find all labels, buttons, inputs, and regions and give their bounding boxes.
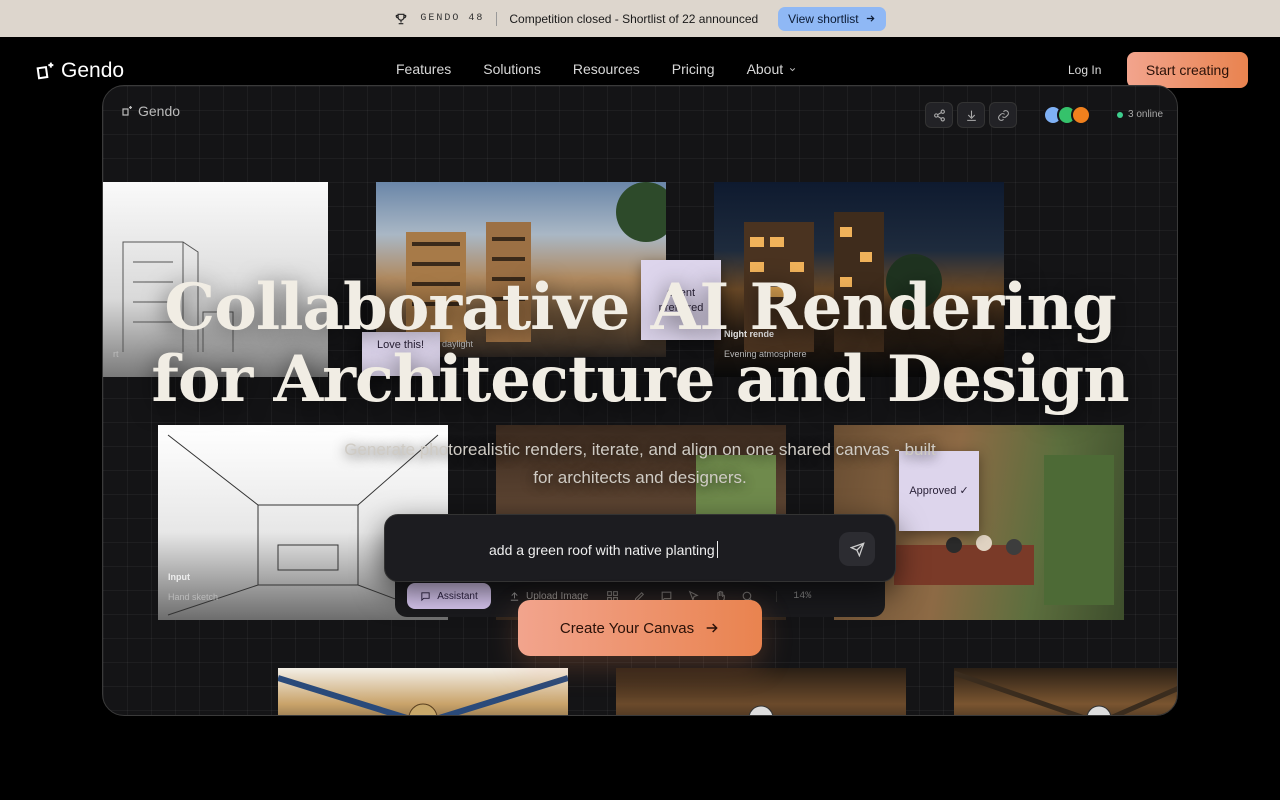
assistant-button[interactable]: Assistant <box>407 583 491 609</box>
nav-item-resources[interactable]: Resources <box>573 61 640 77</box>
collaborator-avatars <box>1043 105 1091 125</box>
hero-subtitle: Generate photorealistic renders, iterate… <box>300 436 980 492</box>
canvas-image-church-render-alt[interactable] <box>954 668 1177 715</box>
brand-logo[interactable]: Gendo <box>35 59 124 83</box>
canvas-brand-name: Gendo <box>138 103 181 119</box>
text-cursor <box>716 541 718 558</box>
nav-item-about[interactable]: About <box>747 61 798 77</box>
canvas-image-church-sketch[interactable] <box>278 668 568 715</box>
hero-title: Collaborative AI Rendering for Architect… <box>0 272 1280 416</box>
create-canvas-button[interactable]: Create Your Canvas <box>518 600 762 656</box>
nav-item-solutions[interactable]: Solutions <box>483 61 541 77</box>
announcement-message: Competition closed - Shortlist of 22 ann… <box>509 11 759 26</box>
brand-name: Gendo <box>61 59 125 82</box>
copy-link-button[interactable] <box>989 102 1017 128</box>
share-button[interactable] <box>925 102 953 128</box>
chat-icon <box>421 591 430 601</box>
church-icon <box>748 705 774 715</box>
hero-subtitle-line: Generate photorealistic renders, iterate… <box>344 440 936 459</box>
assistant-label: Assistant <box>437 590 478 602</box>
view-shortlist-label: View shortlist <box>788 11 859 26</box>
link-icon <box>997 109 1009 121</box>
send-button[interactable] <box>839 532 875 566</box>
hero-subtitle-line: for architects and designers. <box>533 468 747 487</box>
hero-title-line: Collaborative AI Rendering <box>164 270 1117 345</box>
canvas-image-church-render[interactable] <box>616 668 906 715</box>
church-icon <box>278 675 568 715</box>
chevron-down-icon <box>790 67 796 71</box>
send-icon <box>849 541 865 557</box>
church-icon <box>954 670 1177 715</box>
online-dot-icon <box>1117 111 1123 118</box>
online-status: 3 online <box>1117 109 1163 120</box>
share-icon <box>933 109 945 121</box>
download-button[interactable] <box>957 102 985 128</box>
upload-icon <box>510 591 519 601</box>
zoom-level[interactable]: 14% <box>776 590 811 602</box>
start-creating-button[interactable]: Start creating <box>1127 52 1248 88</box>
nav-item-features[interactable]: Features <box>396 61 451 77</box>
hero-title-line: for Architecture and Design <box>151 342 1129 417</box>
arrow-right-icon <box>706 623 718 633</box>
announcement-tag: GENDO 48 <box>420 13 485 24</box>
prompt-box[interactable]: add a green roof with native planting <box>384 514 896 582</box>
announcement-bar: GENDO 48 Competition closed - Shortlist … <box>0 0 1280 37</box>
avatar[interactable] <box>1071 105 1091 125</box>
nav-item-about-label: About <box>746 61 784 77</box>
card-caption: Hand sketch <box>168 592 219 602</box>
card-title: Input <box>168 572 190 582</box>
nav-item-pricing[interactable]: Pricing <box>672 61 715 77</box>
download-icon <box>966 110 976 121</box>
gendo-logo-icon <box>36 62 54 80</box>
gendo-logo-icon <box>122 106 132 116</box>
login-link[interactable]: Log In <box>1068 63 1101 77</box>
canvas-actions <box>925 102 1017 128</box>
prompt-input[interactable]: add a green roof with native planting <box>489 541 718 558</box>
prompt-value: add a green roof with native planting <box>489 542 715 558</box>
create-canvas-label: Create Your Canvas <box>559 619 695 637</box>
view-shortlist-button[interactable]: View shortlist <box>778 6 886 31</box>
divider <box>496 11 498 26</box>
online-count: 3 online <box>1128 109 1164 120</box>
canvas-brand: Gendo <box>121 103 180 119</box>
main-menu: Features Solutions Resources Pricing Abo… <box>396 61 797 77</box>
arrow-right-icon <box>866 15 875 22</box>
trophy-icon <box>396 13 407 24</box>
